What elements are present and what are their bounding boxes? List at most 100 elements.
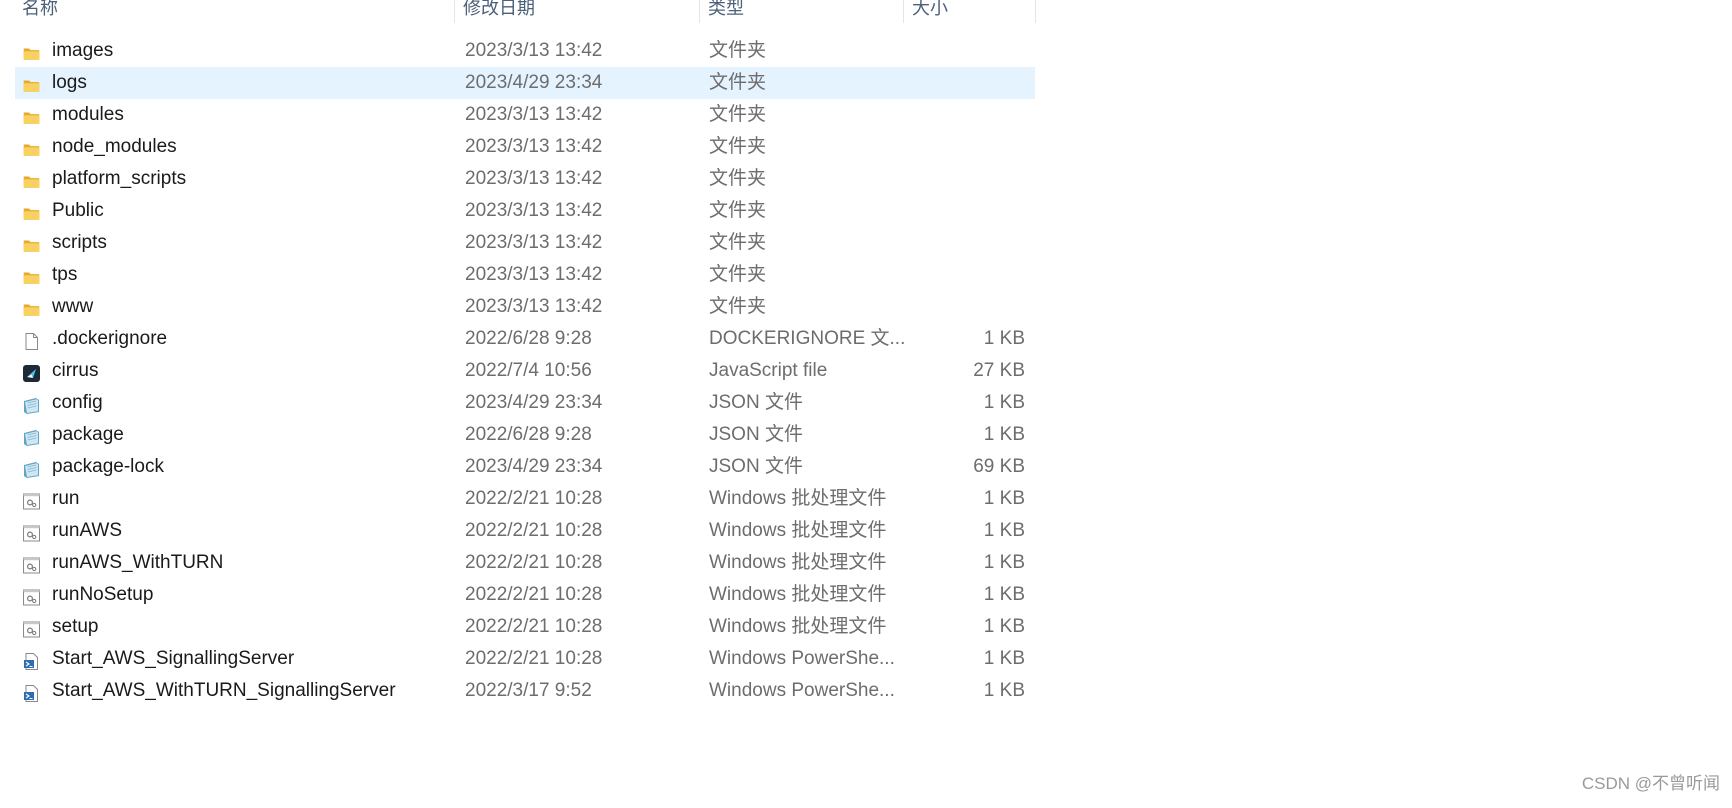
- file-date-modified: 2022/6/28 9:28: [465, 328, 592, 349]
- file-date-modified: 2022/2/21 10:28: [465, 584, 603, 605]
- column-header-name[interactable]: 名称: [14, 0, 455, 23]
- file-row[interactable]: node_modules 2023/3/13 13:42 文件夹: [15, 131, 1035, 163]
- file-size: 1 KB: [983, 552, 1025, 573]
- file-row[interactable]: runNoSetup 2022/2/21 10:28 Windows 批处理文件 1 …: [15, 579, 1035, 611]
- file-row[interactable]: runAWS 2022/2/21 10:28 Windows 批处理文件 1 KB: [15, 515, 1035, 547]
- file-type: 文件夹: [709, 136, 767, 157]
- file-name: config: [52, 392, 103, 413]
- file-row[interactable]: modules 2023/3/13 13:42 文件夹: [15, 99, 1035, 131]
- file-date-modified: 2022/6/28 9:28: [465, 424, 592, 445]
- file-name: logs: [52, 72, 87, 93]
- file-row[interactable]: logs 2023/4/29 23:34 文件夹: [15, 67, 1035, 99]
- cirrus-icon: [22, 362, 41, 382]
- file-type: 文件夹: [709, 168, 767, 189]
- json-file-icon: [22, 426, 41, 446]
- file-name: run: [52, 488, 80, 509]
- file-list: images 2023/3/13 13:42 文件夹 logs 2023/4/29 23…: [15, 35, 1035, 707]
- file-type: 文件夹: [709, 200, 767, 221]
- file-name: tps: [52, 264, 78, 285]
- folder-icon: [22, 234, 41, 253]
- file-type: Windows 批处理文件: [709, 552, 887, 573]
- file-row[interactable]: cirrus 2022/7/4 10:56 JavaScript file 27 KB: [15, 355, 1035, 387]
- file-size: 1 KB: [983, 488, 1025, 509]
- file-date-modified: 2023/3/13 13:42: [465, 296, 603, 317]
- file-row[interactable]: tps 2023/3/13 13:42 文件夹: [15, 259, 1035, 291]
- json-file-icon: [22, 458, 41, 478]
- file-date-modified: 2023/3/13 13:42: [465, 264, 603, 285]
- file-name: runAWS: [52, 520, 123, 541]
- folder-icon: [22, 266, 41, 285]
- file-type: DOCKERIGNORE 文...: [709, 328, 906, 349]
- file-date-modified: 2023/4/29 23:34: [465, 392, 603, 413]
- folder-icon: [22, 106, 41, 125]
- file-type: Windows 批处理文件: [709, 584, 887, 605]
- file-size: 1 KB: [983, 616, 1025, 637]
- file-size: 1 KB: [983, 424, 1025, 445]
- file-name: Start_AWS_SignallingServer: [52, 648, 295, 669]
- file-date-modified: 2023/3/13 13:42: [465, 232, 603, 253]
- file-row[interactable]: setup 2022/2/21 10:28 Windows 批处理文件 1 KB: [15, 611, 1035, 643]
- file-size: 27 KB: [973, 360, 1025, 381]
- file-row[interactable]: run 2022/2/21 10:28 Windows 批处理文件 1 KB: [15, 483, 1035, 515]
- file-row[interactable]: www 2023/3/13 13:42 文件夹: [15, 291, 1035, 323]
- file-type: 文件夹: [709, 232, 767, 253]
- file-row[interactable]: platform_scripts 2023/3/13 13:42 文件夹: [15, 163, 1035, 195]
- file-type: 文件夹: [709, 264, 767, 285]
- file-row[interactable]: Start_AWS_WithTURN_SignallingServer 2022/…: [15, 675, 1035, 707]
- file-type: 文件夹: [709, 296, 767, 317]
- file-type: JSON 文件: [709, 456, 803, 477]
- file-row[interactable]: runAWS_WithTURN 2022/2/21 10:28 Windows 批处…: [15, 547, 1035, 579]
- file-type: JavaScript file: [709, 360, 828, 381]
- file-size: 1 KB: [983, 584, 1025, 605]
- file-type: 文件夹: [709, 40, 767, 61]
- column-header-type[interactable]: 类型: [700, 0, 904, 23]
- folder-icon: [22, 42, 41, 61]
- file-date-modified: 2023/4/29 23:34: [465, 456, 603, 477]
- file-date-modified: 2023/3/13 13:42: [465, 40, 603, 61]
- file-type: 文件夹: [709, 72, 767, 93]
- folder-icon: [22, 138, 41, 157]
- file-date-modified: 2022/2/21 10:28: [465, 616, 603, 637]
- file-row[interactable]: images 2023/3/13 13:42 文件夹: [15, 35, 1035, 67]
- file-name: setup: [52, 616, 99, 637]
- file-date-modified: 2022/2/21 10:28: [465, 648, 603, 669]
- file-name: platform_scripts: [52, 168, 187, 189]
- file-row[interactable]: scripts 2023/3/13 13:42 文件夹: [15, 227, 1035, 259]
- file-name: cirrus: [52, 360, 99, 381]
- file-size: 69 KB: [973, 456, 1025, 477]
- file-name: runAWS_WithTURN: [52, 552, 224, 573]
- file-row[interactable]: .dockerignore 2022/6/28 9:28 DOCKERIGNORE …: [15, 323, 1035, 355]
- column-header-date-modified[interactable]: 修改日期: [455, 0, 700, 23]
- file-name: package: [52, 424, 124, 445]
- file-row[interactable]: Public 2023/3/13 13:42 文件夹: [15, 195, 1035, 227]
- file-row[interactable]: package 2022/6/28 9:28 JSON 文件 1 KB: [15, 419, 1035, 451]
- file-date-modified: 2023/3/13 13:42: [465, 136, 603, 157]
- file-name: runNoSetup: [52, 584, 154, 605]
- file-row[interactable]: config 2023/4/29 23:34 JSON 文件 1 KB: [15, 387, 1035, 419]
- file-size: 1 KB: [983, 328, 1025, 349]
- batch-file-icon: [22, 490, 41, 510]
- powershell-file-icon: [22, 682, 41, 702]
- file-row[interactable]: Start_AWS_SignallingServer 2022/2/21 10:2…: [15, 643, 1035, 675]
- file-date-modified: 2023/3/13 13:42: [465, 104, 603, 125]
- file-name: .dockerignore: [52, 328, 168, 349]
- folder-icon: [22, 202, 41, 221]
- file-date-modified: 2023/3/13 13:42: [465, 168, 603, 189]
- file-row[interactable]: package-lock 2023/4/29 23:34 JSON 文件 69 KB: [15, 451, 1035, 483]
- file-size: 1 KB: [983, 520, 1025, 541]
- column-header-size[interactable]: 大小: [904, 0, 1036, 23]
- file-type: Windows PowerShe...: [709, 680, 895, 701]
- file-name: modules: [52, 104, 124, 125]
- folder-icon: [22, 298, 41, 317]
- batch-file-icon: [22, 522, 41, 542]
- file-date-modified: 2022/2/21 10:28: [465, 488, 603, 509]
- file-size: 1 KB: [983, 648, 1025, 669]
- file-type: Windows 批处理文件: [709, 520, 887, 541]
- batch-file-icon: [22, 618, 41, 638]
- batch-file-icon: [22, 586, 41, 606]
- file-type: 文件夹: [709, 104, 767, 125]
- file-name: www: [52, 296, 94, 317]
- folder-icon: [22, 170, 41, 189]
- file-date-modified: 2022/2/21 10:28: [465, 552, 603, 573]
- file-name: Public: [52, 200, 104, 221]
